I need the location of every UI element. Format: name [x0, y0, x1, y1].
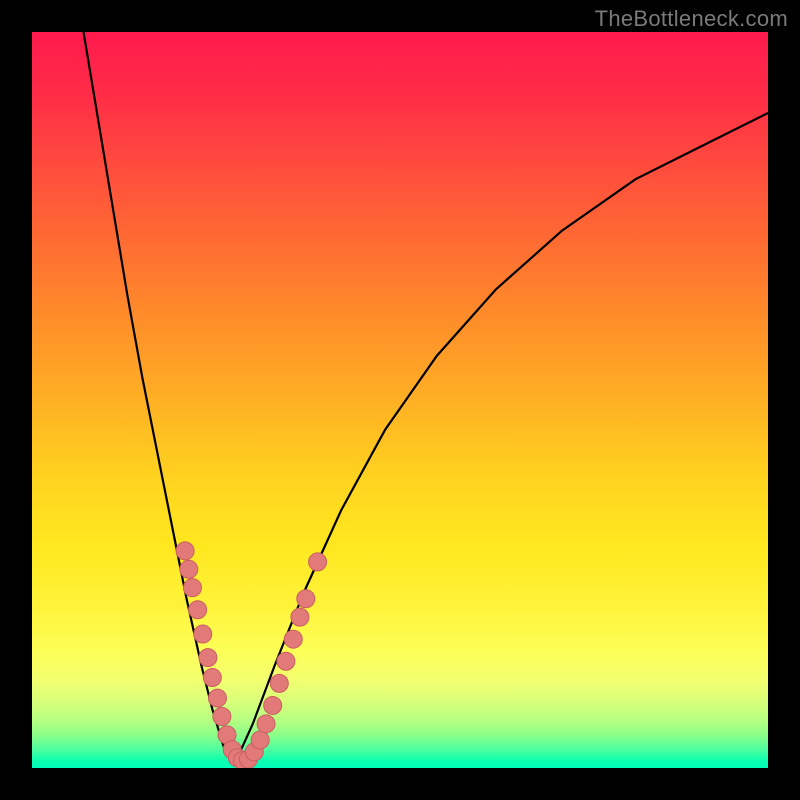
marker-dot — [189, 601, 207, 619]
marker-dot — [180, 560, 198, 578]
plot-area — [32, 32, 768, 768]
marker-dot — [213, 707, 231, 725]
marker-dot — [183, 579, 201, 597]
bottleneck-curve — [84, 32, 768, 764]
marker-dot — [291, 608, 309, 626]
marker-dot — [277, 652, 295, 670]
marker-dot — [270, 674, 288, 692]
watermark-text: TheBottleneck.com — [595, 6, 788, 32]
marker-dot — [264, 696, 282, 714]
marker-dot — [203, 668, 221, 686]
chart-frame: TheBottleneck.com — [0, 0, 800, 800]
marker-dot — [284, 630, 302, 648]
marker-dot — [176, 542, 194, 560]
marker-dot — [194, 625, 212, 643]
marker-dot — [199, 649, 217, 667]
marker-dot — [257, 715, 275, 733]
chart-overlay — [32, 32, 768, 768]
marker-dot — [251, 731, 269, 749]
marker-dot — [208, 689, 226, 707]
marker-dot — [297, 590, 315, 608]
marker-dot — [309, 553, 327, 571]
curve-right-path — [234, 113, 768, 764]
